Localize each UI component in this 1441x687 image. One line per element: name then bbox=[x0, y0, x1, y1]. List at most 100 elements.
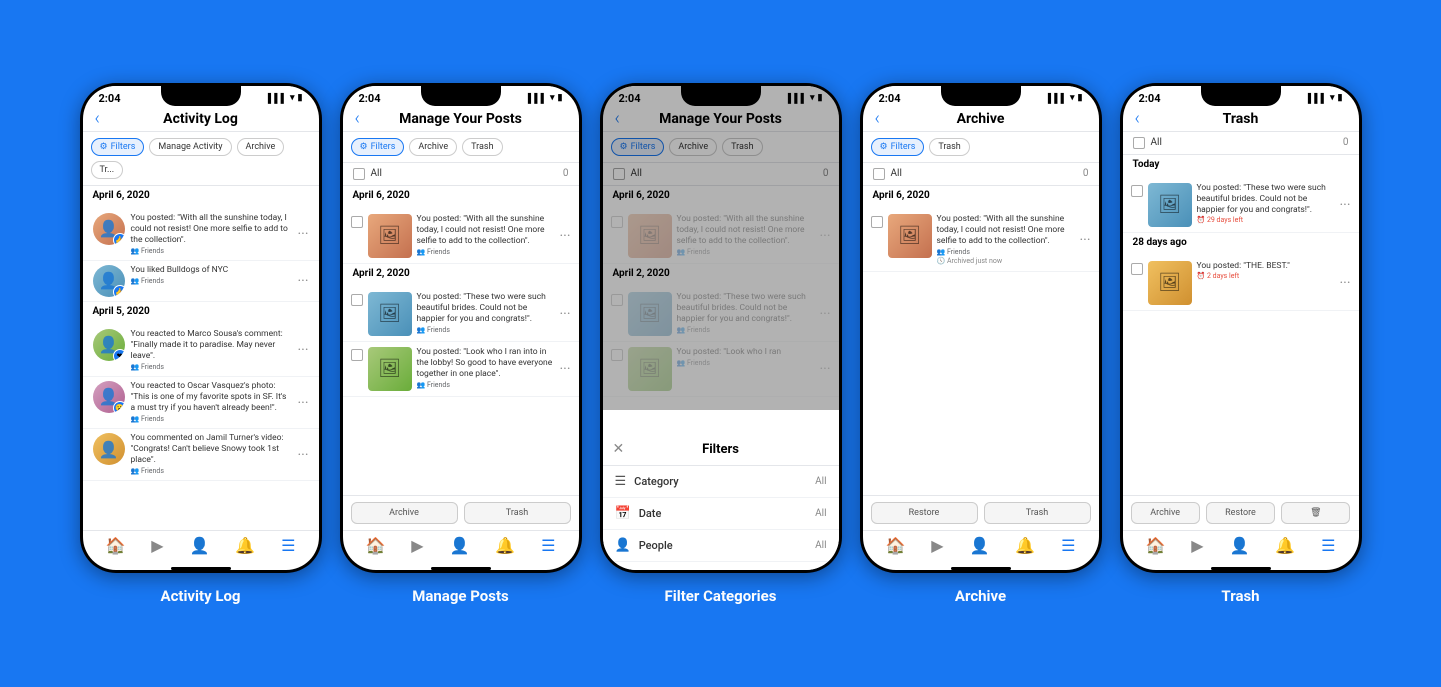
pill-filters[interactable]: ⚙Filters bbox=[871, 138, 925, 156]
bottom-nav: 🏠 ▶ 👤 🔔 ☰ bbox=[863, 530, 1099, 563]
more-button[interactable]: ··· bbox=[1340, 276, 1351, 290]
filter-item-category[interactable]: ☰ Category All bbox=[603, 466, 839, 498]
bottom-nav-icon-1[interactable]: ▶ bbox=[151, 536, 163, 555]
bottom-nav-icon-3[interactable]: 🔔 bbox=[495, 536, 515, 555]
bottom-nav-icon-2[interactable]: 👤 bbox=[970, 536, 990, 555]
all-row[interactable]: All 0 bbox=[343, 163, 579, 186]
bottom-nav-icon-1[interactable]: ▶ bbox=[931, 536, 943, 555]
action-btn-archive[interactable]: Archive bbox=[1131, 502, 1200, 524]
filter-pill-icon: ⚙ bbox=[880, 142, 888, 152]
bottom-nav-icon-2[interactable]: 👤 bbox=[450, 536, 470, 555]
more-button[interactable]: ··· bbox=[560, 307, 571, 321]
date-header: April 6, 2020 bbox=[93, 190, 309, 201]
more-button[interactable]: ··· bbox=[298, 274, 309, 288]
all-row[interactable]: All 0 bbox=[863, 163, 1099, 186]
post-checkbox[interactable] bbox=[351, 349, 363, 361]
filter-item-value: All bbox=[815, 508, 826, 519]
item-text: You posted: "With all the sunshine today… bbox=[131, 213, 292, 256]
bottom-nav-icon-0[interactable]: 🏠 bbox=[885, 536, 905, 555]
phone-archive: 2:04 ▌▌▌ ▾ ▮ ‹Archive⚙FiltersTrash All 0… bbox=[860, 83, 1102, 573]
bottom-nav-icon-0[interactable]: 🏠 bbox=[105, 536, 125, 555]
bottom-nav-icon-4[interactable]: ☰ bbox=[541, 536, 555, 555]
bottom-nav-icon-1[interactable]: ▶ bbox=[1191, 536, 1203, 555]
bottom-nav-icon-1[interactable]: ▶ bbox=[411, 536, 423, 555]
post-checkbox[interactable] bbox=[1131, 263, 1143, 275]
bottom-nav-icon-4[interactable]: ☰ bbox=[281, 536, 295, 555]
pill-archive[interactable]: Archive bbox=[409, 138, 457, 156]
action-btn-trash[interactable]: Trash bbox=[984, 502, 1091, 524]
all-row[interactable]: All 0 bbox=[1123, 132, 1359, 155]
bottom-nav-icon-0[interactable]: 🏠 bbox=[365, 536, 385, 555]
bottom-nav-icon-2[interactable]: 👤 bbox=[190, 536, 210, 555]
avatar: 👤👍 bbox=[93, 265, 125, 297]
filter-close-button[interactable]: ✕ bbox=[613, 441, 625, 457]
item-text: You commented on Jamil Turner's video: "… bbox=[131, 433, 292, 476]
back-button[interactable]: ‹ bbox=[95, 108, 100, 129]
filter-title: Filters bbox=[702, 442, 739, 457]
bottom-nav-icon-4[interactable]: ☰ bbox=[1061, 536, 1075, 555]
status-time: 2:04 bbox=[99, 92, 121, 105]
content-area: All 0 April 6, 2020🖼You posted: "With al… bbox=[343, 163, 579, 495]
dim-overlay bbox=[603, 86, 839, 410]
filter-item-date[interactable]: 📅 Date All bbox=[603, 498, 839, 530]
back-button[interactable]: ‹ bbox=[1135, 108, 1140, 129]
bottom-nav-icon-3[interactable]: 🔔 bbox=[235, 536, 255, 555]
more-button[interactable]: ··· bbox=[1340, 198, 1351, 212]
back-button[interactable]: ‹ bbox=[355, 108, 360, 129]
filter-item-icon: ☰ bbox=[615, 474, 627, 489]
select-all-checkbox[interactable] bbox=[873, 168, 885, 180]
bottom-nav-icon-2[interactable]: 👤 bbox=[1230, 536, 1250, 555]
more-button[interactable]: ··· bbox=[1080, 233, 1091, 247]
bottom-nav-icon-4[interactable]: ☰ bbox=[1321, 536, 1335, 555]
more-button[interactable]: ··· bbox=[560, 362, 571, 376]
post-thumbnail: 🖼 bbox=[368, 347, 412, 391]
pill-filters[interactable]: ⚙Filters bbox=[351, 138, 405, 156]
archived-tag: 🕔 Archived just now bbox=[937, 257, 1075, 266]
action-btn-[interactable]: 🗑 bbox=[1281, 502, 1350, 524]
post-checkbox[interactable] bbox=[1131, 185, 1143, 197]
battery-icon: ▮ bbox=[298, 93, 303, 103]
phone-manage-posts: 2:04 ▌▌▌ ▾ ▮ ‹Manage Your Posts⚙FiltersA… bbox=[340, 83, 582, 573]
nav-header: ‹ Activity Log bbox=[83, 107, 319, 132]
phone-label-trash: Trash bbox=[1221, 587, 1259, 605]
pill-tr...[interactable]: Tr... bbox=[91, 161, 124, 179]
avatar: 👤❤ bbox=[93, 329, 125, 361]
bottom-nav-icon-3[interactable]: 🔔 bbox=[1015, 536, 1035, 555]
post-item: 🖼You posted: "These two were such beauti… bbox=[1123, 178, 1359, 233]
more-button[interactable]: ··· bbox=[298, 343, 309, 357]
action-btn-trash[interactable]: Trash bbox=[464, 502, 571, 524]
select-all-checkbox[interactable] bbox=[353, 168, 365, 180]
bottom-nav-icon-0[interactable]: 🏠 bbox=[1145, 536, 1165, 555]
more-button[interactable]: ··· bbox=[298, 396, 309, 410]
pill-manage-activity[interactable]: Manage Activity bbox=[149, 138, 231, 156]
reaction-badge: 👍 bbox=[113, 233, 125, 245]
pill-label: Tr... bbox=[100, 165, 115, 175]
more-button[interactable]: ··· bbox=[560, 229, 571, 243]
action-btn-restore[interactable]: Restore bbox=[1206, 502, 1275, 524]
post-checkbox[interactable] bbox=[351, 294, 363, 306]
action-btn-restore[interactable]: Restore bbox=[871, 502, 978, 524]
bottom-nav-icon-3[interactable]: 🔔 bbox=[1275, 536, 1295, 555]
pill-archive[interactable]: Archive bbox=[237, 138, 285, 156]
post-checkbox[interactable] bbox=[871, 216, 883, 228]
phone-label-filter-categories: Filter Categories bbox=[665, 587, 777, 605]
more-button[interactable]: ··· bbox=[298, 448, 309, 462]
pill-trash[interactable]: Trash bbox=[929, 138, 969, 156]
date-section: Today bbox=[1123, 155, 1359, 178]
home-indicator bbox=[1211, 567, 1271, 570]
filter-item-people[interactable]: 👤 People All bbox=[603, 530, 839, 562]
pill-trash[interactable]: Trash bbox=[462, 138, 502, 156]
days-left-tag: ⏰ 29 days left bbox=[1197, 216, 1335, 225]
date-header: 28 days ago bbox=[1133, 237, 1349, 248]
select-all-checkbox[interactable] bbox=[1133, 137, 1145, 149]
post-checkbox[interactable] bbox=[351, 216, 363, 228]
screen-title: Activity Log bbox=[163, 111, 238, 127]
pill-filters[interactable]: ⚙Filters bbox=[91, 138, 145, 156]
filter-pill-icon: ⚙ bbox=[100, 142, 108, 152]
avatar: 👤😮 bbox=[93, 381, 125, 413]
back-button[interactable]: ‹ bbox=[875, 108, 880, 129]
phone-wrapper-archive: 2:04 ▌▌▌ ▾ ▮ ‹Archive⚙FiltersTrash All 0… bbox=[860, 83, 1102, 605]
post-thumbnail: 🖼 bbox=[1148, 261, 1192, 305]
action-btn-archive[interactable]: Archive bbox=[351, 502, 458, 524]
more-button[interactable]: ··· bbox=[298, 227, 309, 241]
